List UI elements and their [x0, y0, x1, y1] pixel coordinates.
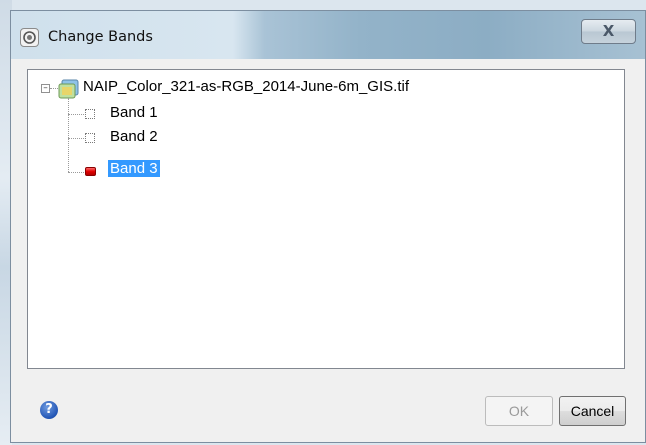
change-bands-dialog: Change Bands X – NAIP_Color_321-as-RGB_2… [10, 10, 646, 443]
dialog-body: – NAIP_Color_321-as-RGB_2014-June-6m_GIS… [11, 59, 645, 442]
band-3-label[interactable]: Band 3 [108, 160, 160, 177]
close-icon: X [602, 22, 615, 40]
help-icon[interactable]: ? [40, 401, 58, 419]
band-2-label[interactable]: Band 2 [110, 128, 158, 145]
title-bar[interactable]: Change Bands X [11, 11, 645, 59]
band-3-marker-red[interactable] [85, 167, 96, 176]
band-1-label[interactable]: Band 1 [110, 104, 158, 121]
tree-line [68, 114, 84, 115]
tree-line [50, 88, 58, 89]
app-icon [20, 28, 39, 47]
tree-line [68, 172, 84, 173]
dialog-title: Change Bands [48, 29, 153, 45]
collapse-toggle[interactable]: – [41, 84, 50, 93]
tree-line [68, 138, 84, 139]
raster-file-icon [58, 79, 80, 103]
band-1-marker[interactable] [85, 109, 95, 119]
band-2-marker[interactable] [85, 133, 95, 143]
ok-button[interactable]: OK [485, 396, 553, 426]
band-tree[interactable]: – NAIP_Color_321-as-RGB_2014-June-6m_GIS… [27, 69, 625, 369]
raster-file-label[interactable]: NAIP_Color_321-as-RGB_2014-June-6m_GIS.t… [83, 78, 409, 95]
cancel-button[interactable]: Cancel [559, 396, 626, 426]
tree-line [68, 98, 69, 172]
close-button[interactable]: X [581, 19, 636, 44]
